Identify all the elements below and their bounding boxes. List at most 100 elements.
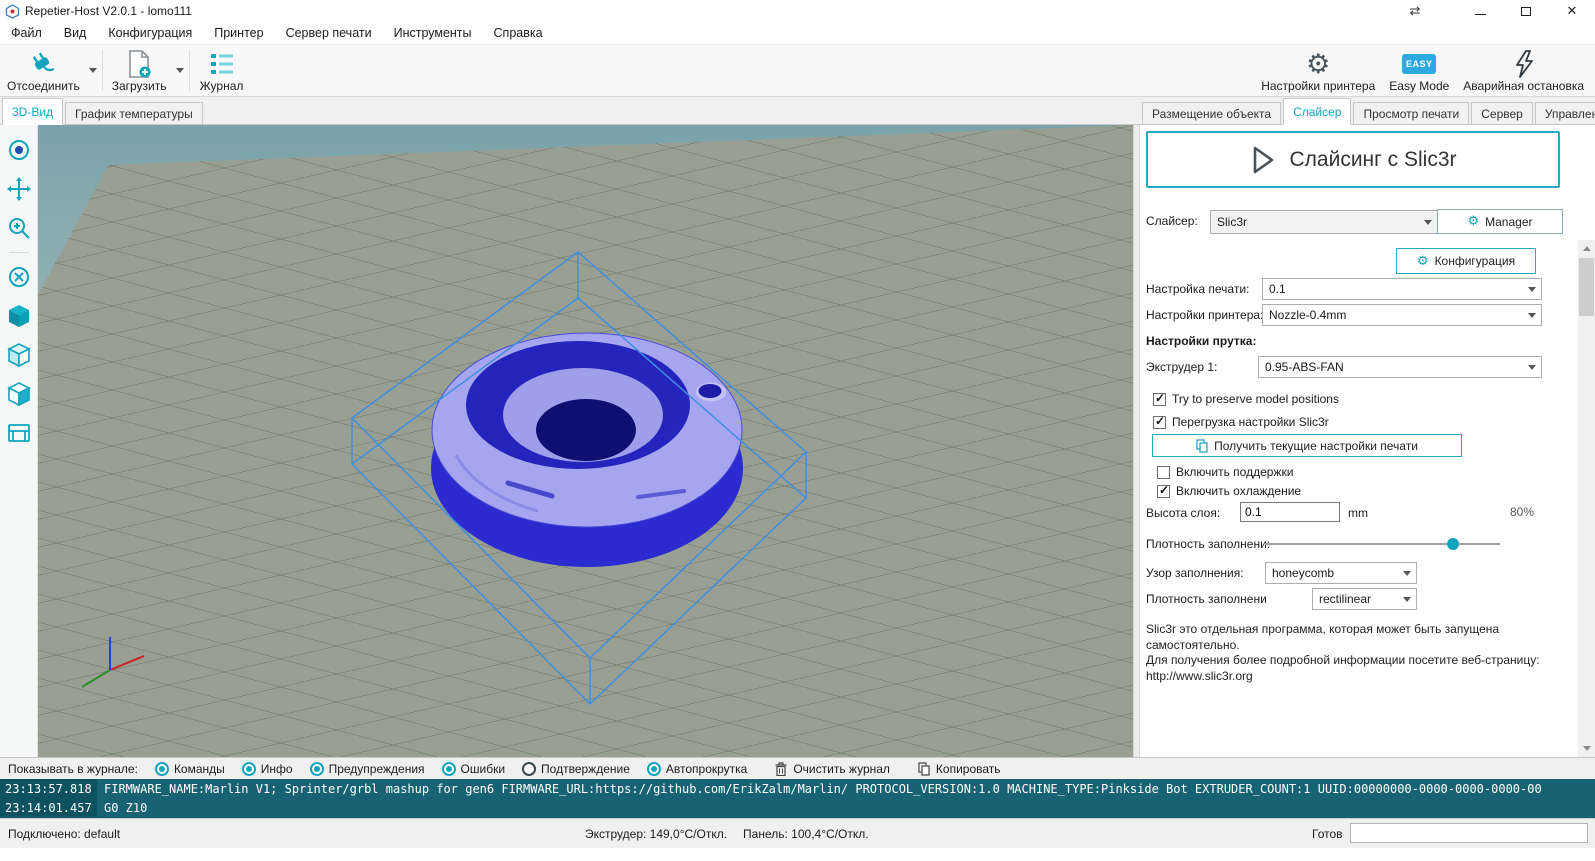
warnings-toggle-icon[interactable] (310, 762, 324, 776)
override-slic3r-checkbox[interactable] (1153, 416, 1166, 429)
slicer-select-row: Слайсер: Slic3r ⚙ Manager (1146, 210, 1542, 232)
infill-density-slider-thumb[interactable] (1447, 538, 1459, 550)
panel-scrollbar[interactable] (1578, 240, 1595, 757)
scrollbar-thumb[interactable] (1579, 258, 1594, 316)
clear-log-button[interactable]: Очистить журнал (775, 762, 890, 776)
solid-pattern-dropdown[interactable]: rectilinear (1312, 588, 1417, 610)
menu-tools[interactable]: Инструменты (383, 22, 483, 44)
slicer-dropdown[interactable]: Slic3r (1210, 210, 1438, 234)
3d-viewport[interactable] (0, 125, 1133, 757)
clear-log-label: Очистить журнал (793, 762, 890, 776)
commands-toggle-icon[interactable] (155, 762, 169, 776)
arrange-windows-icon[interactable]: ⇄ (1395, 3, 1435, 19)
easy-mode-button[interactable]: EASY Easy Mode (1382, 45, 1456, 96)
scroll-down-icon[interactable] (1578, 740, 1595, 757)
layer-height-unit: mm (1348, 506, 1368, 520)
toggle-autoscroll[interactable]: Автопрокрутка (647, 762, 747, 776)
copy-settings-icon (1196, 439, 1208, 453)
menu-printer[interactable]: Принтер (203, 22, 274, 44)
copy-log-button[interactable]: Копировать (918, 762, 1001, 776)
infill-density-slider-track[interactable] (1265, 543, 1500, 545)
copy-log-label: Копировать (936, 762, 1001, 776)
close-button[interactable]: ✕ (1549, 0, 1595, 22)
enable-support-checkbox[interactable] (1157, 466, 1170, 479)
tab-slicer[interactable]: Слайсер (1283, 98, 1351, 125)
print-setting-dropdown[interactable]: 0.1 (1262, 278, 1542, 300)
slic3r-info-link[interactable]: http://www.slic3r.org (1146, 669, 1590, 685)
extruder-dropdown[interactable]: 0.95-ABS-FAN (1258, 356, 1542, 378)
tab-temperature-graph[interactable]: График температуры (65, 102, 203, 125)
infill-density-row: Плотность заполнени: (1146, 533, 1542, 555)
printer-setting-value: Nozzle-0.4mm (1269, 308, 1346, 322)
menu-print-server[interactable]: Сервер печати (275, 22, 383, 44)
errors-toggle-icon[interactable] (442, 762, 456, 776)
tab-print-preview[interactable]: Просмотр печати (1353, 102, 1469, 125)
reset-view-icon[interactable] (4, 262, 34, 292)
slicer-panel: Слайсинг с Slic3r Слайсер: Slic3r ⚙ Mana… (1140, 125, 1595, 757)
load-label: Загрузить (112, 79, 167, 93)
isometric-view-cube-icon[interactable] (4, 301, 34, 331)
load-menu-arrow[interactable] (174, 45, 187, 96)
menu-config[interactable]: Конфигурация (97, 22, 203, 44)
disconnect-menu-arrow[interactable] (87, 45, 100, 96)
toggle-ack[interactable]: Подтверждение (522, 762, 630, 776)
move-view-icon[interactable] (4, 174, 34, 204)
panel-splitter[interactable] (1133, 125, 1140, 757)
printer-settings-label: Настройки принтера (1261, 79, 1375, 93)
tab-object-placement[interactable]: Размещение объекта (1142, 102, 1281, 125)
journal-button[interactable]: Журнал (192, 45, 252, 96)
load-button[interactable]: Загрузить (105, 45, 174, 96)
emergency-stop-button[interactable]: Аварийная остановка (1456, 45, 1591, 96)
printer-settings-button[interactable]: ⚙ Настройки принтера (1254, 45, 1382, 96)
log-toolbar: Показывать в журнале: Команды Инфо Преду… (0, 757, 1595, 779)
menu-view[interactable]: Вид (53, 22, 98, 44)
infill-pattern-dropdown[interactable]: honeycomb (1265, 562, 1417, 584)
bottom-view-cube-icon[interactable] (4, 379, 34, 409)
manager-label: Manager (1485, 215, 1532, 229)
model-object[interactable] (431, 333, 743, 567)
fetch-settings-button[interactable]: Получить текущие настройки печати (1152, 434, 1462, 457)
extruder-value: 0.95-ABS-FAN (1265, 360, 1344, 374)
filament-settings-header: Настройки прутка: (1146, 334, 1256, 348)
toggle-warnings[interactable]: Предупреждения (310, 762, 425, 776)
solid-pattern-row: Плотность заполнени rectilinear (1146, 588, 1542, 610)
zoom-icon[interactable] (4, 213, 34, 243)
infill-pattern-label: Узор заполнения: (1146, 566, 1244, 580)
connection-status: Подключено: default (8, 827, 120, 841)
tab-server[interactable]: Сервер (1471, 102, 1533, 125)
autoscroll-toggle-icon[interactable] (647, 762, 661, 776)
print-bed-icon[interactable] (4, 418, 34, 448)
menu-help[interactable]: Справка (483, 22, 554, 44)
minimize-button[interactable] (1457, 0, 1503, 22)
disconnect-button[interactable]: Отсоединить (0, 45, 87, 96)
printer-setting-dropdown[interactable]: Nozzle-0.4mm (1262, 304, 1542, 326)
tab-3d-view[interactable]: 3D-Вид (2, 98, 63, 125)
preserve-positions-checkbox[interactable] (1153, 393, 1166, 406)
toggle-commands[interactable]: Команды (155, 762, 225, 776)
front-view-cube-icon[interactable] (4, 340, 34, 370)
errors-label: Ошибки (461, 762, 506, 776)
3d-scene[interactable] (38, 125, 1133, 757)
manager-button[interactable]: ⚙ Manager (1437, 209, 1563, 234)
maximize-button[interactable] (1503, 0, 1549, 22)
solid-pattern-label: Плотность заполнени (1146, 592, 1267, 606)
scroll-up-icon[interactable] (1578, 240, 1595, 257)
window-title: Repetier-Host V2.0.1 - lomo111 (25, 4, 192, 18)
slicer-value: Slic3r (1217, 215, 1247, 229)
menu-file[interactable]: Файл (0, 22, 53, 44)
tab-control[interactable]: Управление (1535, 102, 1595, 125)
rotate-view-icon[interactable] (4, 135, 34, 165)
print-setting-row: Настройка печати: 0.1 (1146, 278, 1542, 300)
ack-toggle-icon[interactable] (522, 762, 536, 776)
emergency-stop-label: Аварийная остановка (1463, 79, 1584, 93)
journal-list-icon (208, 49, 236, 79)
log-output[interactable]: 23:13:57.818 FIRMWARE_NAME:Marlin V1; Sp… (0, 779, 1595, 818)
toggle-errors[interactable]: Ошибки (442, 762, 506, 776)
slic3r-info-line1: Slic3r это отдельная программа, которая … (1146, 622, 1590, 653)
slice-button[interactable]: Слайсинг с Slic3r (1146, 131, 1560, 188)
configuration-button[interactable]: ⚙ Конфигурация (1396, 248, 1536, 274)
info-toggle-icon[interactable] (242, 762, 256, 776)
layer-height-input[interactable] (1240, 502, 1340, 522)
enable-cooling-checkbox[interactable] (1157, 485, 1170, 498)
toggle-info[interactable]: Инфо (242, 762, 293, 776)
